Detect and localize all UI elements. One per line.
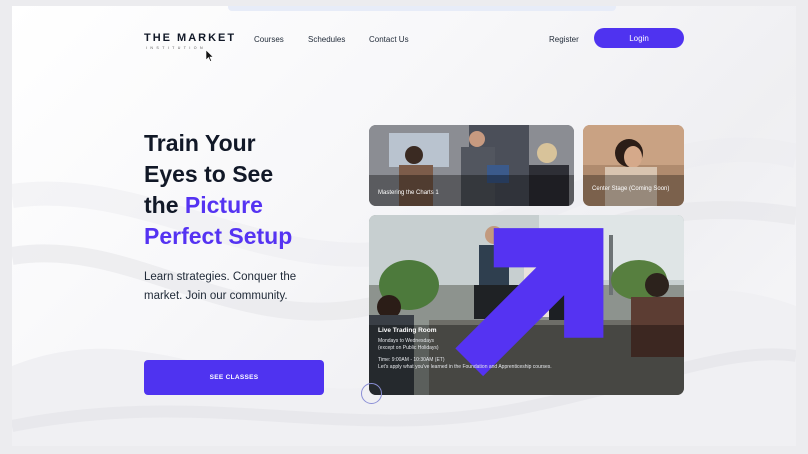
- live-room-description: Let's apply what you've learned in the F…: [378, 364, 552, 370]
- hero-title: Train Your Eyes to See the Picture Perfe…: [144, 128, 344, 252]
- register-link[interactable]: Register: [549, 35, 579, 44]
- logo[interactable]: THE MARKET: [144, 32, 236, 44]
- nav-schedules[interactable]: Schedules: [308, 35, 345, 44]
- circle-icon[interactable]: [361, 383, 382, 404]
- live-room-title: Live Trading Room: [378, 327, 437, 334]
- live-room-details: Live Trading Room Mondays to Wednesdays …: [378, 327, 678, 371]
- nav-contact-us[interactable]: Contact Us: [369, 35, 409, 44]
- hero-title-line3: the Picture: [144, 190, 344, 221]
- hero-title-plain: the: [144, 192, 185, 218]
- course-card-center-stage[interactable]: Center Stage (Coming Soon): [583, 125, 684, 206]
- live-trading-room-card[interactable]: Live Trading Room Mondays to Wednesdays …: [369, 215, 684, 395]
- hero-title-accent-2: Perfect Setup: [144, 223, 293, 249]
- see-classes-button[interactable]: SEE CLASSES: [144, 360, 324, 395]
- logo-subtext: INSTITUTION: [146, 46, 206, 50]
- hero-title-accent-1: Picture: [184, 192, 263, 218]
- card1-caption: Mastering the Charts 1: [378, 190, 439, 196]
- live-room-holiday-note: (except on Public Holidays): [378, 345, 439, 351]
- hero-title-line2: Eyes to See: [144, 161, 274, 187]
- card2-caption: Center Stage (Coming Soon): [592, 186, 670, 192]
- page: THE MARKET INSTITUTION Courses Schedules…: [12, 6, 796, 446]
- card-photo-woman: [583, 125, 684, 206]
- course-card-mastering-charts[interactable]: Mastering the Charts 1: [369, 125, 574, 206]
- login-button[interactable]: Login: [594, 28, 684, 48]
- browser-top-bar: [228, 6, 616, 11]
- mouse-cursor-icon: [206, 50, 214, 62]
- nav-courses[interactable]: Courses: [254, 35, 284, 44]
- hero-title-line1: Train Your: [144, 130, 256, 156]
- live-room-time: Time: 9:00AM - 10:30AM (ET): [378, 357, 445, 363]
- hero-subtitle: Learn strategies. Conquer the market. Jo…: [144, 271, 297, 302]
- live-room-days: Mondays to Wednesdays: [378, 338, 435, 344]
